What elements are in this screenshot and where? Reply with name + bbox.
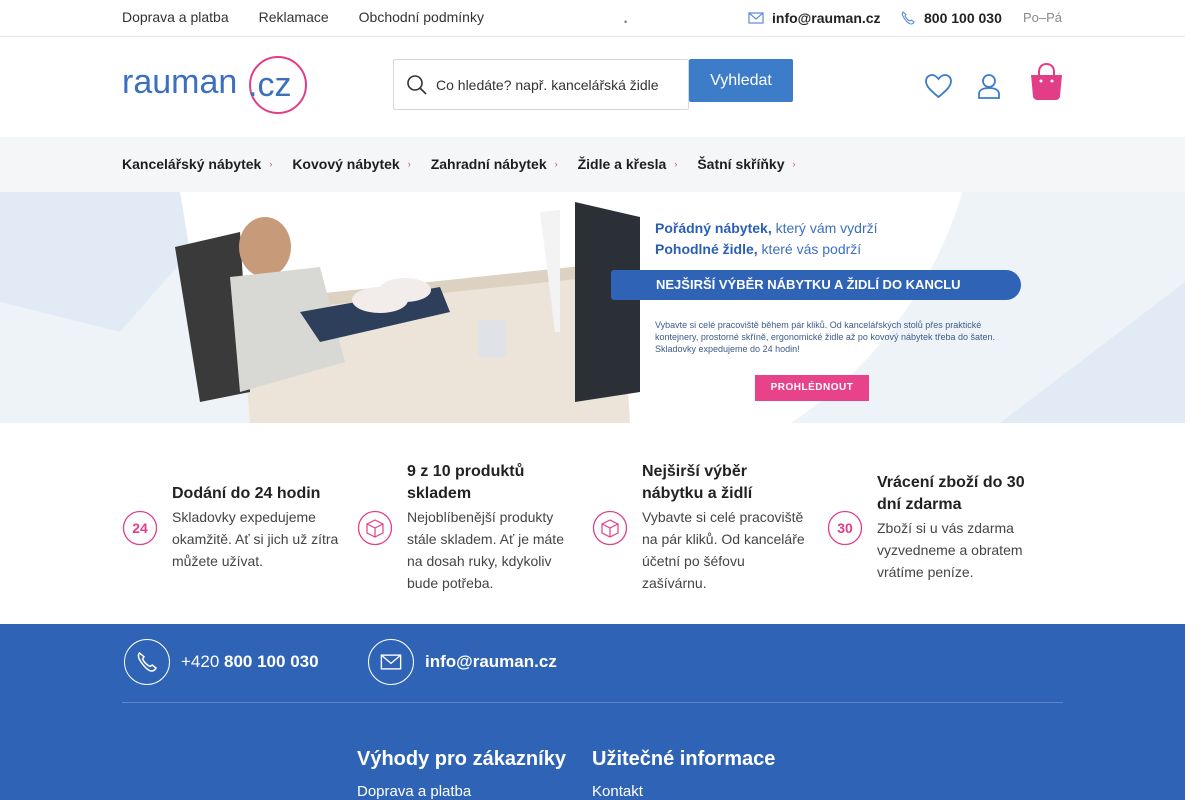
- feature-description: Vybavte si celé pracoviště na pár kliků.…: [642, 509, 805, 591]
- footer: +420 800 100 030 info@rauman.cz Výhody p…: [0, 624, 1185, 800]
- svg-text:30: 30: [837, 520, 853, 536]
- footer-column-title: Výhody pro zákazníky: [357, 748, 566, 770]
- top-phone-link[interactable]: 800 100 030: [900, 10, 1002, 26]
- feature-title: Vrácení zboží do 30 dní zdarma: [877, 474, 1025, 513]
- search-box: [393, 59, 689, 110]
- nav-item-label: Židle a křesla: [577, 156, 667, 172]
- features-row: 24 Dodání do 24 hodin Skladovky expeduje…: [0, 431, 1185, 624]
- hero-banner[interactable]: Pořádný nábytek, který vám vydrží Pohodl…: [0, 192, 1185, 423]
- nav-item-lockers[interactable]: Šatní skříňky ›: [697, 156, 795, 172]
- footer-column-info: Užitečné informace Kontakt: [592, 748, 775, 800]
- feature-stock: 9 z 10 produktů skladem Nejoblíbenější p…: [357, 431, 577, 624]
- nav-item-garden-furniture[interactable]: Zahradní nábytek ›: [431, 156, 558, 172]
- nav-item-label: Kancelářský nábytek: [122, 156, 262, 172]
- top-link-shipping[interactable]: Doprava a platba: [122, 9, 229, 25]
- logo[interactable]: rauman .cz: [122, 55, 308, 115]
- box-icon: [592, 510, 628, 546]
- feature-description: Zboží si u vás zdarma vyzvedneme a obrat…: [877, 520, 1023, 580]
- top-link-terms[interactable]: Obchodní podmínky: [359, 9, 484, 25]
- feature-description: Skladovky expedujeme okamžitě. Ať si jic…: [172, 509, 339, 569]
- feature-title: Dodání do 24 hodin: [172, 485, 321, 502]
- chevron-right-icon: ›: [554, 159, 558, 169]
- footer-email-text: info@rauman.cz: [425, 652, 557, 671]
- chevron-right-icon: ›: [792, 159, 796, 169]
- svg-text:24: 24: [132, 520, 148, 536]
- monitor-icon: [575, 202, 640, 402]
- feature-title: Nejširší výběr nábytku a židlí: [642, 463, 753, 502]
- heart-icon[interactable]: [925, 74, 952, 99]
- nav-item-chairs[interactable]: Židle a křesla ›: [578, 156, 678, 172]
- nav-item-metal-furniture[interactable]: Kovový nábytek ›: [292, 156, 410, 172]
- browse-button[interactable]: PROHLÉDNOUT: [755, 375, 869, 401]
- feature-returns: 30 Vrácení zboží do 30 dní zdarma Zboží …: [827, 431, 1047, 624]
- chevron-right-icon: ›: [674, 159, 678, 169]
- top-email-link[interactable]: info@rauman.cz: [748, 10, 881, 26]
- envelope-icon: [748, 12, 764, 24]
- top-email-text: info@rauman.cz: [772, 10, 881, 26]
- footer-column-benefits: Výhody pro zákazníky Doprava a platba: [357, 748, 566, 800]
- hero-description: Vybavte si celé pracoviště během pár kli…: [655, 320, 996, 354]
- footer-column-title: Užitečné informace: [592, 748, 776, 770]
- shoe-icon: [379, 278, 431, 302]
- box-icon: [357, 510, 393, 546]
- envelope-icon: [368, 639, 414, 685]
- background-shape: [1000, 282, 1185, 423]
- hero-headline: NEJŠIRŠÍ VÝBĚR NÁBYTKU A ŽIDLÍ DO KANCLU: [611, 270, 1021, 300]
- search-input[interactable]: [436, 61, 684, 108]
- footer-phone-link[interactable]: +420 800 100 030: [124, 639, 319, 685]
- footer-email-link[interactable]: info@rauman.cz: [368, 639, 557, 685]
- cart-icon[interactable]: [1030, 63, 1063, 101]
- opening-hours: Po–Pá: [1023, 10, 1063, 25]
- top-phone-text: 800 100 030: [924, 10, 1002, 26]
- phone-icon: [901, 11, 915, 25]
- logo-text-main: rauman: [122, 63, 237, 101]
- user-icon[interactable]: [978, 73, 1000, 99]
- search-button[interactable]: Vyhledat: [689, 59, 793, 102]
- nav-item-label: Kovový nábytek: [292, 156, 400, 172]
- header: rauman .cz Vyhledat: [0, 37, 1185, 137]
- top-bar: Doprava a platba Reklamace Obchodní podm…: [0, 0, 1185, 37]
- feature-title: 9 z 10 produktů skladem: [407, 463, 525, 502]
- chevron-right-icon: ›: [269, 159, 273, 169]
- background-shape: [0, 192, 190, 332]
- feature-selection: Nejširší výběr nábytku a židlí Vybavte s…: [592, 431, 812, 624]
- hero-illustration: [0, 192, 1185, 423]
- footer-phone-text: +420 800 100 030: [181, 652, 319, 671]
- nav-item-label: Šatní skříňky: [697, 156, 785, 172]
- chevron-right-icon: ›: [407, 159, 411, 169]
- hero-line-2: Pohodlné židle, které vás podrží: [655, 241, 862, 257]
- search-icon[interactable]: [406, 74, 428, 96]
- footer-link-shipping[interactable]: Doprava a platba: [357, 783, 566, 800]
- 24-hours-icon: 24: [122, 510, 158, 546]
- hero-text: Pořádný nábytek, který vám vydrží Pohodl…: [655, 218, 878, 260]
- pen-cup-icon: [478, 320, 506, 358]
- phone-icon: [124, 639, 170, 685]
- footer-link-contact[interactable]: Kontakt: [592, 783, 775, 800]
- nav-item-office-furniture[interactable]: Kancelářský nábytek ›: [122, 156, 272, 172]
- nav-item-label: Zahradní nábytek: [430, 156, 547, 172]
- hero-line-1: Pořádný nábytek, který vám vydrží: [655, 220, 878, 236]
- footer-divider: [122, 702, 1063, 703]
- separator-dot-icon: •: [624, 17, 628, 27]
- top-link-complaints[interactable]: Reklamace: [259, 9, 329, 25]
- main-nav: Kancelářský nábytek › Kovový nábytek › Zah…: [0, 137, 1185, 192]
- feature-delivery: 24 Dodání do 24 hodin Skladovky expeduje…: [122, 431, 342, 624]
- feature-description: Nejoblíbenější produkty stále skladem. A…: [407, 509, 564, 591]
- top-links: Doprava a platba Reklamace Obchodní podm…: [122, 9, 484, 25]
- logo-text-domain: .cz: [248, 66, 291, 104]
- person-head: [239, 217, 291, 277]
- 30-days-icon: 30: [827, 510, 863, 546]
